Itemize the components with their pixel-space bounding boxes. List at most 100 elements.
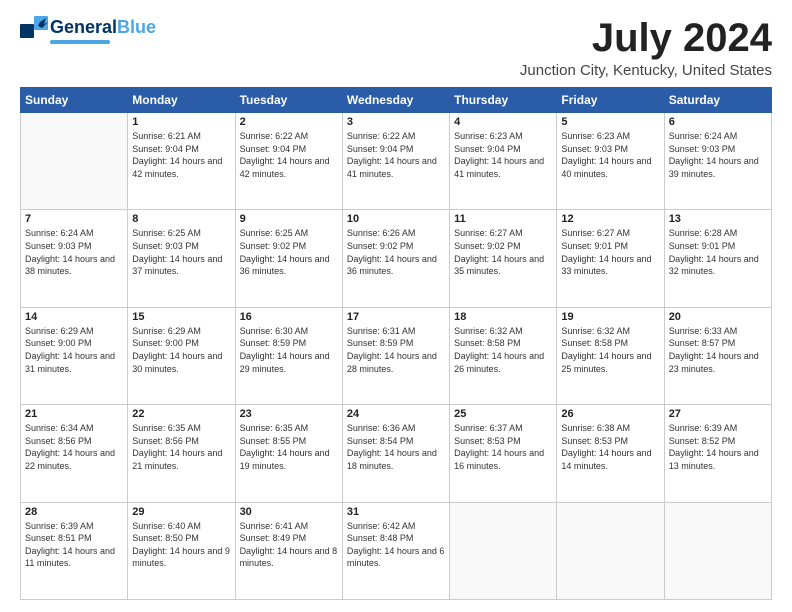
cell-info: Sunrise: 6:26 AM Sunset: 9:02 PM Dayligh… [347,227,445,277]
sunrise-text: Sunrise: 6:31 AM [347,325,445,338]
day-number: 3 [347,116,445,128]
day-number: 28 [25,506,123,518]
sunrise-text: Sunrise: 6:35 AM [240,422,338,435]
sunset-text: Sunset: 9:01 PM [561,240,659,253]
sunrise-text: Sunrise: 6:41 AM [240,520,338,533]
daylight-text: Daylight: 14 hours and 16 minutes. [454,447,552,472]
sunrise-text: Sunrise: 6:38 AM [561,422,659,435]
sunset-text: Sunset: 9:04 PM [454,143,552,156]
cell-info: Sunrise: 6:40 AM Sunset: 8:50 PM Dayligh… [132,520,230,570]
table-row: 12 Sunrise: 6:27 AM Sunset: 9:01 PM Dayl… [557,210,664,307]
sunrise-text: Sunrise: 6:24 AM [25,227,123,240]
table-row: 15 Sunrise: 6:29 AM Sunset: 9:00 PM Dayl… [128,307,235,404]
table-row [450,502,557,599]
sunset-text: Sunset: 9:04 PM [347,143,445,156]
table-row: 8 Sunrise: 6:25 AM Sunset: 9:03 PM Dayli… [128,210,235,307]
day-number: 17 [347,311,445,323]
sunset-text: Sunset: 8:56 PM [132,435,230,448]
daylight-text: Daylight: 14 hours and 35 minutes. [454,253,552,278]
sunset-text: Sunset: 9:02 PM [240,240,338,253]
sunrise-text: Sunrise: 6:29 AM [132,325,230,338]
sunrise-text: Sunrise: 6:36 AM [347,422,445,435]
sunrise-text: Sunrise: 6:37 AM [454,422,552,435]
cell-info: Sunrise: 6:32 AM Sunset: 8:58 PM Dayligh… [561,325,659,375]
month-title: July 2024 [520,16,772,60]
calendar-week-row: 28 Sunrise: 6:39 AM Sunset: 8:51 PM Dayl… [21,502,772,599]
daylight-text: Daylight: 14 hours and 22 minutes. [25,447,123,472]
day-number: 5 [561,116,659,128]
cell-info: Sunrise: 6:28 AM Sunset: 9:01 PM Dayligh… [669,227,767,277]
table-row: 24 Sunrise: 6:36 AM Sunset: 8:54 PM Dayl… [342,405,449,502]
calendar-week-row: 7 Sunrise: 6:24 AM Sunset: 9:03 PM Dayli… [21,210,772,307]
daylight-text: Daylight: 14 hours and 6 minutes. [347,545,445,570]
table-row: 2 Sunrise: 6:22 AM Sunset: 9:04 PM Dayli… [235,113,342,210]
cell-info: Sunrise: 6:23 AM Sunset: 9:04 PM Dayligh… [454,130,552,180]
daylight-text: Daylight: 14 hours and 25 minutes. [561,350,659,375]
daylight-text: Daylight: 14 hours and 40 minutes. [561,155,659,180]
sunset-text: Sunset: 9:03 PM [25,240,123,253]
cell-info: Sunrise: 6:37 AM Sunset: 8:53 PM Dayligh… [454,422,552,472]
sunset-text: Sunset: 9:02 PM [454,240,552,253]
table-row: 19 Sunrise: 6:32 AM Sunset: 8:58 PM Dayl… [557,307,664,404]
sunrise-text: Sunrise: 6:33 AM [669,325,767,338]
table-row: 6 Sunrise: 6:24 AM Sunset: 9:03 PM Dayli… [664,113,771,210]
cell-info: Sunrise: 6:39 AM Sunset: 8:52 PM Dayligh… [669,422,767,472]
sunset-text: Sunset: 8:49 PM [240,532,338,545]
day-number: 12 [561,213,659,225]
cell-info: Sunrise: 6:31 AM Sunset: 8:59 PM Dayligh… [347,325,445,375]
sunset-text: Sunset: 8:58 PM [561,337,659,350]
daylight-text: Daylight: 14 hours and 42 minutes. [240,155,338,180]
cell-info: Sunrise: 6:27 AM Sunset: 9:02 PM Dayligh… [454,227,552,277]
sunset-text: Sunset: 9:04 PM [132,143,230,156]
cell-info: Sunrise: 6:22 AM Sunset: 9:04 PM Dayligh… [347,130,445,180]
sunset-text: Sunset: 8:59 PM [347,337,445,350]
logo: General Blue [20,16,156,44]
cell-info: Sunrise: 6:33 AM Sunset: 8:57 PM Dayligh… [669,325,767,375]
cell-info: Sunrise: 6:32 AM Sunset: 8:58 PM Dayligh… [454,325,552,375]
table-row: 22 Sunrise: 6:35 AM Sunset: 8:56 PM Dayl… [128,405,235,502]
cell-info: Sunrise: 6:29 AM Sunset: 9:00 PM Dayligh… [25,325,123,375]
day-number: 24 [347,408,445,420]
daylight-text: Daylight: 14 hours and 8 minutes. [240,545,338,570]
day-number: 22 [132,408,230,420]
calendar-week-row: 14 Sunrise: 6:29 AM Sunset: 9:00 PM Dayl… [21,307,772,404]
sunrise-text: Sunrise: 6:28 AM [669,227,767,240]
day-number: 6 [669,116,767,128]
sunrise-text: Sunrise: 6:32 AM [561,325,659,338]
table-row: 1 Sunrise: 6:21 AM Sunset: 9:04 PM Dayli… [128,113,235,210]
daylight-text: Daylight: 14 hours and 38 minutes. [25,253,123,278]
table-row: 18 Sunrise: 6:32 AM Sunset: 8:58 PM Dayl… [450,307,557,404]
daylight-text: Daylight: 14 hours and 30 minutes. [132,350,230,375]
daylight-text: Daylight: 14 hours and 21 minutes. [132,447,230,472]
daylight-text: Daylight: 14 hours and 18 minutes. [347,447,445,472]
sunrise-text: Sunrise: 6:30 AM [240,325,338,338]
daylight-text: Daylight: 14 hours and 39 minutes. [669,155,767,180]
logo-general: General [50,17,117,38]
cell-info: Sunrise: 6:29 AM Sunset: 9:00 PM Dayligh… [132,325,230,375]
cell-info: Sunrise: 6:42 AM Sunset: 8:48 PM Dayligh… [347,520,445,570]
calendar-week-row: 21 Sunrise: 6:34 AM Sunset: 8:56 PM Dayl… [21,405,772,502]
day-number: 2 [240,116,338,128]
sunrise-text: Sunrise: 6:25 AM [132,227,230,240]
sunset-text: Sunset: 8:52 PM [669,435,767,448]
day-number: 4 [454,116,552,128]
sunrise-text: Sunrise: 6:39 AM [669,422,767,435]
sunrise-text: Sunrise: 6:21 AM [132,130,230,143]
sunset-text: Sunset: 8:57 PM [669,337,767,350]
table-row: 30 Sunrise: 6:41 AM Sunset: 8:49 PM Dayl… [235,502,342,599]
header: General Blue July 2024 Junction City, Ke… [20,16,772,79]
cell-info: Sunrise: 6:36 AM Sunset: 8:54 PM Dayligh… [347,422,445,472]
table-row: 27 Sunrise: 6:39 AM Sunset: 8:52 PM Dayl… [664,405,771,502]
col-friday: Friday [557,88,664,113]
sunrise-text: Sunrise: 6:29 AM [25,325,123,338]
table-row: 25 Sunrise: 6:37 AM Sunset: 8:53 PM Dayl… [450,405,557,502]
table-row: 13 Sunrise: 6:28 AM Sunset: 9:01 PM Dayl… [664,210,771,307]
sunset-text: Sunset: 8:54 PM [347,435,445,448]
col-thursday: Thursday [450,88,557,113]
cell-info: Sunrise: 6:25 AM Sunset: 9:03 PM Dayligh… [132,227,230,277]
daylight-text: Daylight: 14 hours and 26 minutes. [454,350,552,375]
table-row: 16 Sunrise: 6:30 AM Sunset: 8:59 PM Dayl… [235,307,342,404]
cell-info: Sunrise: 6:24 AM Sunset: 9:03 PM Dayligh… [669,130,767,180]
sunrise-text: Sunrise: 6:42 AM [347,520,445,533]
calendar-table: Sunday Monday Tuesday Wednesday Thursday… [20,87,772,600]
